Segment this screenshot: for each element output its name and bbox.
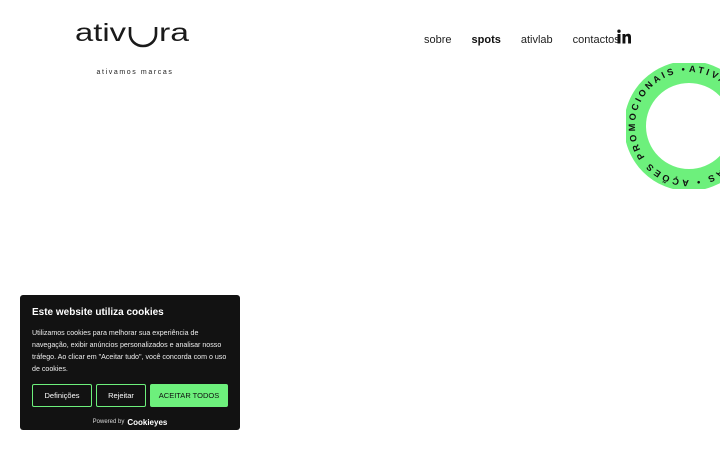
cookie-accept-all-button[interactable]: ACEITAR TODOS xyxy=(150,384,228,407)
cookie-consent-banner: Este website utiliza cookies Utilizamos … xyxy=(20,295,240,430)
logo-tagline: ativamos marcas xyxy=(96,69,174,76)
logo-text-end: ra xyxy=(159,19,189,47)
main-navigation: sobre spots ativlab contactos xyxy=(424,33,640,47)
cookie-banner-text: Utilizamos cookies para melhorar sua exp… xyxy=(32,329,227,373)
linkedin-link[interactable] xyxy=(617,29,631,44)
linkedin-icon xyxy=(617,29,631,44)
cookie-settings-button[interactable]: Definições xyxy=(32,384,92,407)
cookie-banner-title: Este website utiliza cookies xyxy=(32,307,164,318)
ativora-logo: ativ ra xyxy=(75,19,189,48)
nav-item-spots[interactable]: spots xyxy=(472,34,501,46)
rotating-text-badge: ATIVAÇÃO DE MARCAS • AÇÕES PROMOCIONAIS … xyxy=(626,63,720,189)
cookieyes-logo: Cookieyes xyxy=(127,417,168,427)
nav-item-contactos[interactable]: contactos xyxy=(573,34,620,46)
powered-by-label: Powered by xyxy=(92,419,125,425)
powered-by-cookieyes[interactable]: Powered by Cookieyes xyxy=(32,416,228,428)
home-logo-link[interactable]: ativ ra ativamos marcas xyxy=(75,18,195,76)
nav-item-ativlab[interactable]: ativlab xyxy=(521,34,553,46)
nav-item-sobre[interactable]: sobre xyxy=(424,34,452,46)
cookie-button-group: Definições Rejeitar ACEITAR TODOS xyxy=(32,384,228,407)
logo-smile-mark xyxy=(128,27,158,48)
cookie-reject-button[interactable]: Rejeitar xyxy=(96,384,146,407)
logo-text-start: ativ xyxy=(75,19,127,47)
